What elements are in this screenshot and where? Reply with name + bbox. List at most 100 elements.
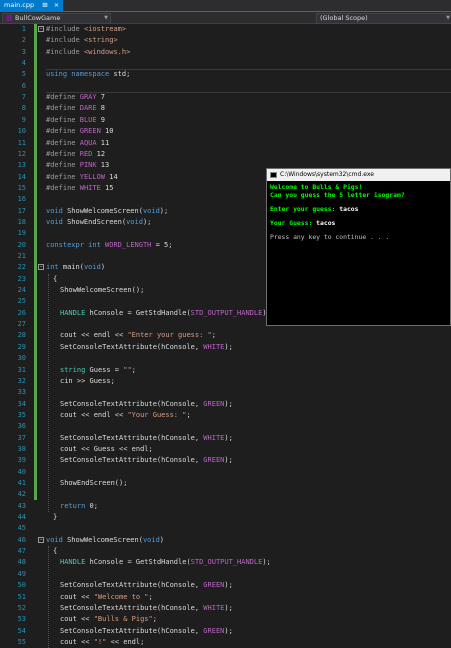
code-text: ShowEndScreen();	[60, 479, 128, 487]
fold-toggle-icon[interactable]: −	[38, 26, 44, 32]
console-titlebar[interactable]: C:\Windows\system32\cmd.exe	[267, 169, 450, 181]
code-line[interactable]: 46 − void ShowWelcomeScreen(void)	[0, 535, 451, 546]
code-line[interactable]: 11 #define AQUA 11	[0, 138, 451, 149]
line-number: 18	[17, 217, 26, 226]
fold-toggle-icon[interactable]: −	[38, 536, 44, 543]
line-number: 11	[17, 138, 26, 147]
code-line[interactable]: 35 cout << endl << "Your Guess: ";	[0, 410, 451, 421]
code-line[interactable]: 48 HANDLE hConsole = GetStdHandle(STD_OUT…	[0, 557, 451, 568]
code-line[interactable]: 32 cin >> Guess;	[0, 376, 451, 387]
line-number: 7	[21, 93, 26, 102]
code-line[interactable]: 30	[0, 353, 451, 364]
code-text: {	[53, 547, 58, 556]
chevron-down-icon: ▼	[446, 15, 450, 21]
code-line[interactable]: 41 ShowEndScreen();	[0, 478, 451, 489]
line-number: 55	[17, 637, 26, 646]
code-line[interactable]: 8 #define DARE 8	[0, 103, 451, 114]
code-line[interactable]: 5 using namespace std;	[0, 69, 451, 80]
line-number: 16	[17, 195, 26, 204]
code-line[interactable]: 49	[0, 569, 451, 580]
code-text: cout << "Welcome to ";	[60, 592, 153, 601]
code-text: SetConsoleTextAttribute(hConsole, GREEN)…	[60, 399, 233, 408]
code-line[interactable]: 1 − #include <iostream>	[0, 24, 451, 35]
line-number: 1	[21, 25, 26, 33]
line-number: 14	[17, 172, 26, 181]
code-line[interactable]: 37 SetConsoleTextAttribute(hConsole, WHIT…	[0, 433, 451, 444]
line-number: 40	[17, 467, 26, 476]
code-text: HANDLE hConsole = GetStdHandle(STD_OUTPU…	[60, 558, 271, 567]
code-line[interactable]: 6	[0, 81, 451, 92]
console-guess-value: tacos	[316, 219, 336, 227]
code-line[interactable]: 38 cout << Guess << endl;	[0, 444, 451, 455]
line-number: 39	[17, 456, 26, 465]
indent-guide	[48, 273, 49, 513]
code-line[interactable]: 55 cout << "!" << endl;	[0, 637, 451, 648]
code-text: void ShowWelcomeScreen(void);	[46, 206, 169, 215]
code-text: cout << "Bulls & Pigs";	[60, 615, 157, 624]
code-line[interactable]: 33	[0, 387, 451, 398]
line-number: 21	[17, 252, 26, 260]
line-number: 17	[17, 206, 26, 215]
code-line[interactable]: 34 SetConsoleTextAttribute(hConsole, GREE…	[0, 399, 451, 410]
code-line[interactable]: 2 #include <string>	[0, 35, 451, 46]
code-line[interactable]: 53 cout << "Bulls & Pigs";	[0, 614, 451, 625]
code-line[interactable]: 9 #define BLUE 9	[0, 115, 451, 126]
code-text: SetConsoleTextAttribute(hConsole, WHITE)…	[60, 433, 233, 442]
code-text: SetConsoleTextAttribute(hConsole, GREEN)…	[60, 456, 233, 465]
code-text: #define GREEN 10	[46, 127, 114, 136]
code-line[interactable]: 40	[0, 467, 451, 478]
line-number: 30	[17, 354, 26, 363]
code-line[interactable]: 42	[0, 489, 451, 500]
project-dropdown[interactable]: BullCowGame ▼	[2, 13, 111, 24]
code-line[interactable]: 31 string Guess = "";	[0, 365, 451, 376]
console-window[interactable]: C:\Windows\system32\cmd.exe Welcome to B…	[266, 168, 451, 326]
scope-dropdown[interactable]: (Global Scope) ▼	[316, 13, 451, 24]
console-line-prompt: Can you guess the 5 letter isogram?	[270, 191, 405, 199]
line-number: 44	[17, 513, 26, 522]
code-line[interactable]: 45	[0, 523, 451, 534]
line-number: 48	[17, 558, 26, 567]
code-text: #define WHITE 15	[46, 183, 114, 192]
code-text: #define YELLOW 14	[46, 172, 118, 181]
code-line[interactable]: 36	[0, 421, 451, 432]
code-line[interactable]: 50 SetConsoleTextAttribute(hConsole, GREE…	[0, 580, 451, 591]
code-line[interactable]: 29 SetConsoleTextAttribute(hConsole, WHIT…	[0, 342, 451, 353]
code-line[interactable]: 10 #define GREEN 10	[0, 126, 451, 137]
code-line[interactable]: 39 SetConsoleTextAttribute(hConsole, GREE…	[0, 455, 451, 466]
code-text: using namespace std;	[46, 70, 131, 79]
code-line[interactable]: 51 cout << "Welcome to ";	[0, 592, 451, 603]
console-output: Welcome to Bulls & Pigs! Can you guess t…	[267, 181, 450, 327]
code-text: HANDLE hConsole = GetStdHandle(STD_OUTPU…	[60, 308, 271, 317]
line-number: 25	[17, 297, 26, 306]
line-number: 8	[21, 104, 26, 113]
code-line[interactable]: 12 #define RED 12	[0, 149, 451, 160]
code-line[interactable]: 7 #define GRAY 7	[0, 92, 451, 103]
line-number: 26	[17, 308, 26, 317]
code-line[interactable]: 52 SetConsoleTextAttribute(hConsole, WHIT…	[0, 603, 451, 614]
line-number: 10	[17, 127, 26, 136]
code-text: #define AQUA 11	[46, 138, 110, 147]
code-text: {	[53, 274, 58, 283]
code-text: int main(void)	[46, 263, 106, 272]
line-number: 5	[21, 70, 26, 79]
line-number: 29	[17, 342, 26, 351]
code-line[interactable]: 3 #include <windows.h>	[0, 47, 451, 58]
line-number: 22	[17, 263, 26, 272]
code-text: #include <string>	[46, 36, 118, 45]
code-line[interactable]: 47 {	[0, 546, 451, 557]
code-line[interactable]: 28 cout << endl << "Enter your guess: ";	[0, 330, 451, 341]
pin-icon[interactable]: ⊞	[42, 1, 47, 9]
code-line[interactable]: 54 SetConsoleTextAttribute(hConsole, GREE…	[0, 626, 451, 637]
console-line-welcome: Welcome to Bulls & Pigs!	[270, 183, 363, 191]
code-text: cout << endl << "Your Guess: ";	[60, 410, 191, 419]
code-line[interactable]: 44}	[0, 512, 451, 523]
close-icon[interactable]: ×	[54, 1, 59, 9]
project-icon	[6, 15, 12, 21]
tab-main-cpp[interactable]: main.cpp ⊞ ×	[0, 0, 64, 11]
code-line[interactable]: 43 return 0;	[0, 501, 451, 512]
code-text: ShowWelcomeScreen();	[60, 286, 145, 295]
code-line[interactable]: 4	[0, 58, 451, 69]
console-enter-label: Enter your guess:	[270, 205, 340, 213]
code-text: void ShowEndScreen(void);	[46, 217, 152, 226]
fold-toggle-icon[interactable]: −	[38, 264, 44, 271]
